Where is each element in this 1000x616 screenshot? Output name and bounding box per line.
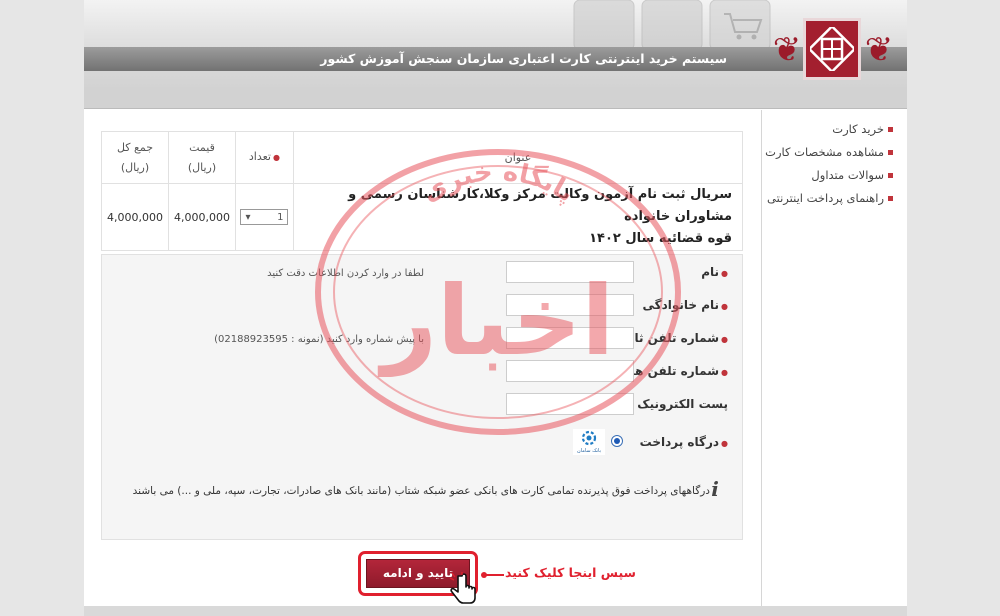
phone-hint: با پیش شماره وارد کنید (نمونه : 02188923…	[214, 334, 424, 345]
organization-logo: ❦ ❦	[765, 12, 895, 86]
family-label: ●نام خانوادگی	[642, 298, 728, 312]
hand-pointer-icon	[449, 572, 476, 604]
item-title: سریال ثبت نام آزمون وکالت مرکز وکلا،کارش…	[292, 183, 744, 251]
required-icon: ●	[273, 153, 280, 162]
site-title: سیستم خرید اینترنتی کارت اعتباری سازمان …	[320, 51, 727, 66]
required-icon: ●	[721, 439, 728, 448]
gateway-radio-saman[interactable]	[611, 435, 623, 447]
sidebar: خرید کارت مشاهده مشخصات کارت سوالات متدا…	[761, 110, 907, 616]
sidebar-item-view-card[interactable]: مشاهده مشخصات کارت	[762, 141, 893, 164]
bullet-icon	[888, 196, 893, 201]
site-header: سیستم خرید اینترنتی کارت اعتباری سازمان …	[84, 0, 907, 90]
col-price: قیمت (ریال)	[167, 131, 236, 184]
bullet-icon	[888, 127, 893, 132]
chevron-down-icon: ▾	[245, 211, 251, 223]
name-label: ●نام	[701, 265, 728, 279]
header-sub-strip	[84, 90, 907, 109]
ornament-right-icon: ❦	[864, 30, 894, 70]
name-input[interactable]	[506, 261, 634, 283]
svg-text:بانک سامان: بانک سامان	[577, 448, 601, 454]
required-icon: ●	[721, 269, 728, 278]
emblem-icon	[810, 27, 854, 71]
bullet-icon	[888, 150, 893, 155]
arrow-left-icon	[481, 572, 504, 578]
sidebar-item-payment-guide[interactable]: راهنمای پرداخت اینترنتی	[762, 187, 893, 210]
cart-header-row: عنوان ●تعداد قیمت (ریال) جمع کل (ریال)	[101, 131, 744, 184]
email-input[interactable]	[506, 393, 634, 415]
sidebar-item-buy-card[interactable]: خرید کارت	[762, 118, 893, 141]
mobile-input[interactable]	[506, 360, 634, 382]
sidebar-item-faq[interactable]: سوالات متداول	[762, 164, 893, 187]
required-icon: ●	[721, 335, 728, 344]
table-row: سریال ثبت نام آزمون وکالت مرکز وکلا،کارش…	[101, 183, 744, 251]
required-icon: ●	[721, 368, 728, 377]
family-input[interactable]	[506, 294, 634, 316]
col-quantity: ●تعداد	[234, 131, 294, 184]
cart-table: عنوان ●تعداد قیمت (ریال) جمع کل (ریال) سری…	[101, 131, 744, 251]
page: سیستم خرید اینترنتی کارت اعتباری سازمان …	[84, 0, 907, 616]
saman-bank-icon: بانک سامان	[577, 430, 601, 454]
phone-input[interactable]	[506, 327, 634, 349]
logo-emblem	[803, 18, 861, 80]
col-total: جمع کل (ریال)	[101, 131, 169, 184]
click-here-callout: سپس اینجا کلیک کنید	[505, 565, 636, 580]
footer-strip	[84, 606, 907, 616]
required-icon: ●	[721, 302, 728, 311]
gateway-notice: درگاههای پرداخت فوق پذیرنده تمامی کارت ه…	[132, 485, 710, 497]
total-cell: 4,000,000	[101, 183, 169, 251]
quantity-cell: ▾ 1	[234, 183, 294, 251]
quantity-select[interactable]: ▾ 1	[240, 209, 289, 225]
gateway-label: ●درگاه پرداخت	[639, 435, 728, 449]
name-hint: لطفا در وارد کردن اطلاعات دقت کنید	[267, 268, 424, 279]
col-title: عنوان	[292, 131, 744, 184]
customer-form: ●نام لطفا در وارد کردن اطلاعات دقت کنید …	[101, 254, 743, 540]
saman-bank-logo: بانک سامان	[573, 429, 605, 455]
email-label: پست الکترونیک	[637, 397, 728, 411]
bullet-icon	[888, 173, 893, 178]
price-cell: 4,000,000	[167, 183, 236, 251]
